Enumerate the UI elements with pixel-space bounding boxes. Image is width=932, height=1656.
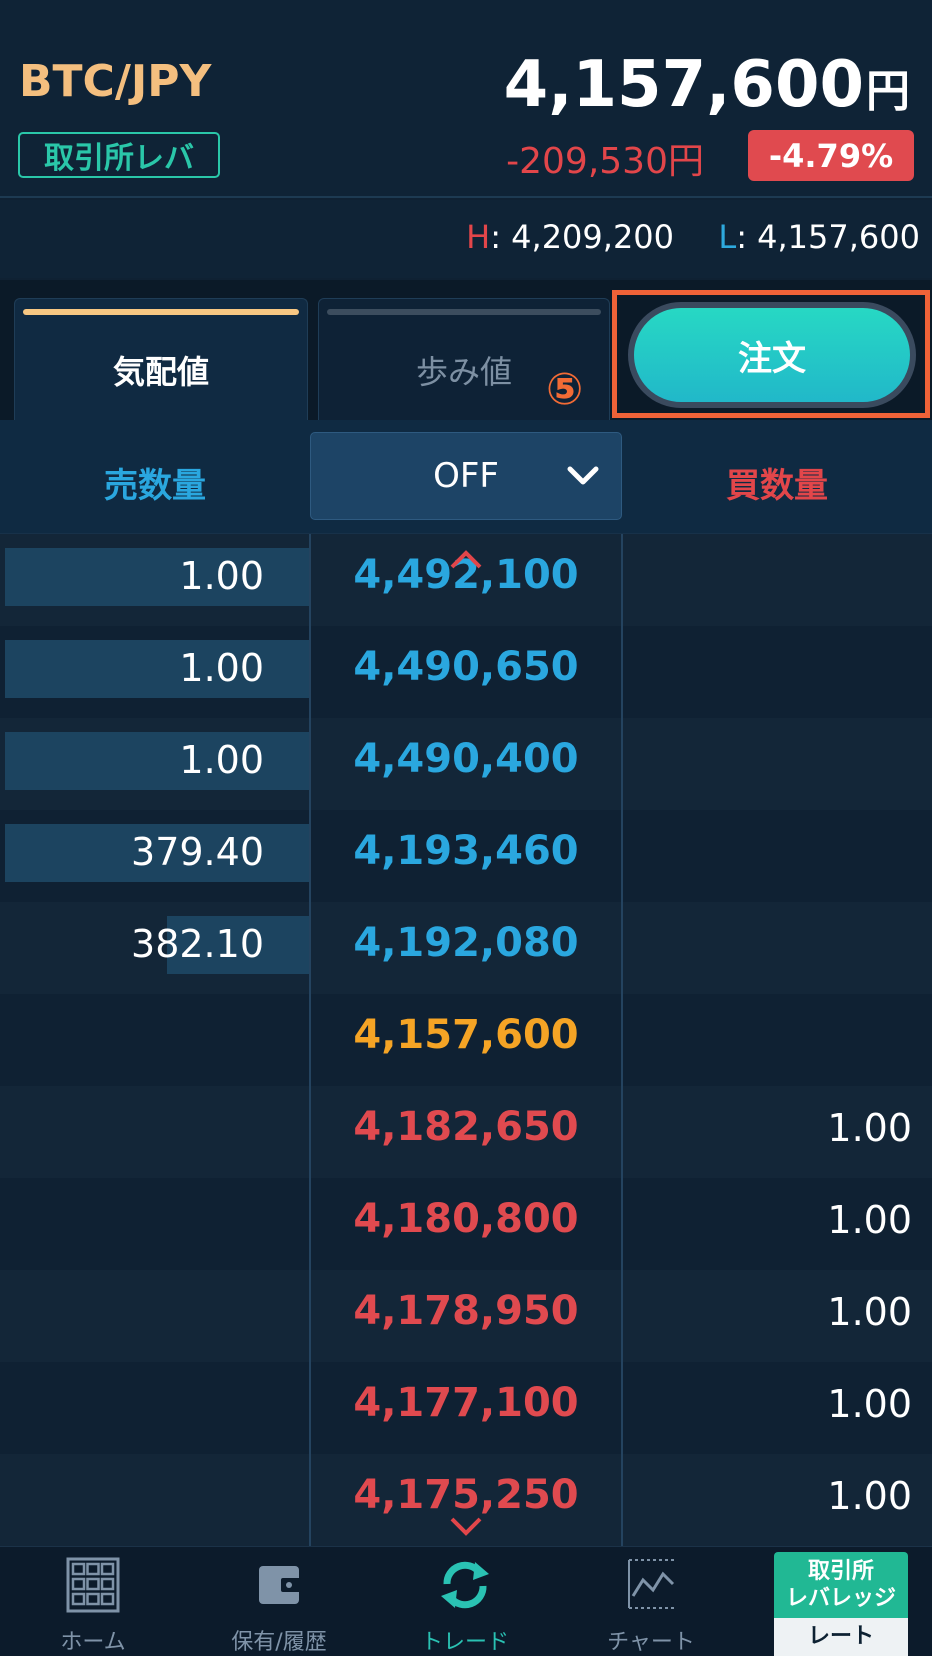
tab-inactive-indicator (327, 309, 601, 315)
wallet-icon (259, 1566, 301, 1604)
bid-price: 4,175,250 (353, 1472, 579, 1518)
market-type-badge: 取引所レバ (18, 132, 220, 178)
chevron-down-icon[interactable] (449, 1516, 483, 1538)
bid-price: 4,180,800 (353, 1196, 579, 1242)
tab-quotes-label: 気配値 (112, 352, 209, 391)
last-price-row[interactable]: 4,157,600 (0, 994, 932, 1086)
ask-row[interactable]: 379.40 4,193,460 (0, 810, 932, 902)
depth-bar (5, 548, 310, 606)
nav-home-label: ホーム (60, 1630, 126, 1655)
nav-trade[interactable]: トレード (372, 1556, 558, 1656)
high-value: : 4,209,200 (490, 218, 675, 256)
bid-row[interactable]: 4,178,950 1.00 (0, 1270, 932, 1362)
ask-row[interactable]: 1.00 4,490,650 (0, 626, 932, 718)
grouping-value: OFF (433, 456, 499, 496)
low-label: L (718, 218, 737, 256)
sell-qty: 1.00 (179, 738, 264, 782)
nav-trade-label: トレード (420, 1630, 509, 1655)
rate-badge-line1: 取引所 (807, 1559, 874, 1584)
change-percent-badge: -4.79% (748, 130, 914, 181)
high-label: H (466, 218, 491, 256)
price-change: -209,530円 (506, 141, 704, 182)
sell-qty: 379.40 (131, 830, 264, 874)
column-divider (309, 534, 311, 1546)
last-price: 4,157,600 (353, 1012, 579, 1058)
price-unit: 円 (866, 66, 910, 117)
chart-icon (628, 1559, 677, 1609)
bid-row[interactable]: 4,180,800 1.00 (0, 1178, 932, 1270)
depth-bar (5, 640, 310, 698)
tab-active-indicator (23, 309, 299, 315)
order-button[interactable]: 注文 (628, 302, 916, 408)
buy-qty-header: 買数量 (726, 466, 828, 506)
grid-icon (66, 1557, 120, 1613)
order-book: 1.00 4,492,100 1.00 4,490,650 1.00 4,490… (0, 534, 932, 1546)
ask-price: 4,192,080 (353, 920, 579, 966)
bid-row[interactable]: 4,177,100 1.00 (0, 1362, 932, 1454)
rate-badge-line3: レート (774, 1618, 908, 1656)
exchange-arrows-icon (441, 1561, 489, 1609)
bid-price: 4,177,100 (353, 1380, 579, 1426)
sell-qty: 1.00 (179, 646, 264, 690)
bid-price: 4,182,650 (353, 1104, 579, 1150)
buy-qty: 1.00 (827, 1290, 912, 1334)
nav-home[interactable]: ホーム (0, 1556, 186, 1656)
tab-trades-label: 歩み値 (415, 352, 512, 391)
rate-badge-line2: レバレッジ (785, 1586, 896, 1611)
bid-row[interactable]: 4,182,650 1.00 (0, 1086, 932, 1178)
sell-qty: 382.10 (131, 922, 264, 966)
sell-qty-header: 売数量 (104, 466, 206, 506)
price-grouping-select[interactable]: OFF (310, 432, 622, 520)
rate-badge-top: 取引所 レバレッジ (774, 1552, 908, 1618)
nav-chart[interactable]: チャート (558, 1556, 744, 1656)
high-low-values: H: 4,209,200 L: 4,157,600 (466, 218, 920, 256)
tab-quotes[interactable]: 気配値 (14, 298, 308, 420)
leverage-rate-badge[interactable]: 取引所 レバレッジ レート (774, 1552, 908, 1656)
nav-holdings[interactable]: 保有/履歴 (186, 1556, 372, 1656)
ask-price: 4,490,650 (353, 644, 579, 690)
buy-qty: 1.00 (827, 1474, 912, 1518)
chevron-down-icon (567, 466, 599, 485)
depth-bar (5, 732, 310, 790)
step-marker: ⑤ (546, 364, 584, 415)
ask-price: 4,490,400 (353, 736, 579, 782)
column-divider (621, 534, 623, 1546)
buy-qty: 1.00 (827, 1382, 912, 1426)
price-value: 4,157,600 (503, 48, 864, 122)
nav-holdings-label: 保有/履歴 (231, 1630, 327, 1655)
current-price: 4,157,600円 (504, 48, 910, 122)
chevron-up-icon[interactable] (449, 548, 483, 570)
ask-row[interactable]: 1.00 4,490,400 (0, 718, 932, 810)
nav-chart-label: チャート (607, 1630, 695, 1655)
buy-qty: 1.00 (827, 1106, 912, 1150)
buy-qty: 1.00 (827, 1198, 912, 1242)
ask-row[interactable]: 382.10 4,192,080 (0, 902, 932, 994)
sell-qty: 1.00 (179, 554, 264, 598)
pair-name[interactable]: BTC/JPY (19, 56, 211, 107)
low-value: : 4,157,600 (736, 218, 920, 256)
bid-price: 4,178,950 (353, 1288, 579, 1334)
ask-price: 4,193,460 (353, 828, 579, 874)
